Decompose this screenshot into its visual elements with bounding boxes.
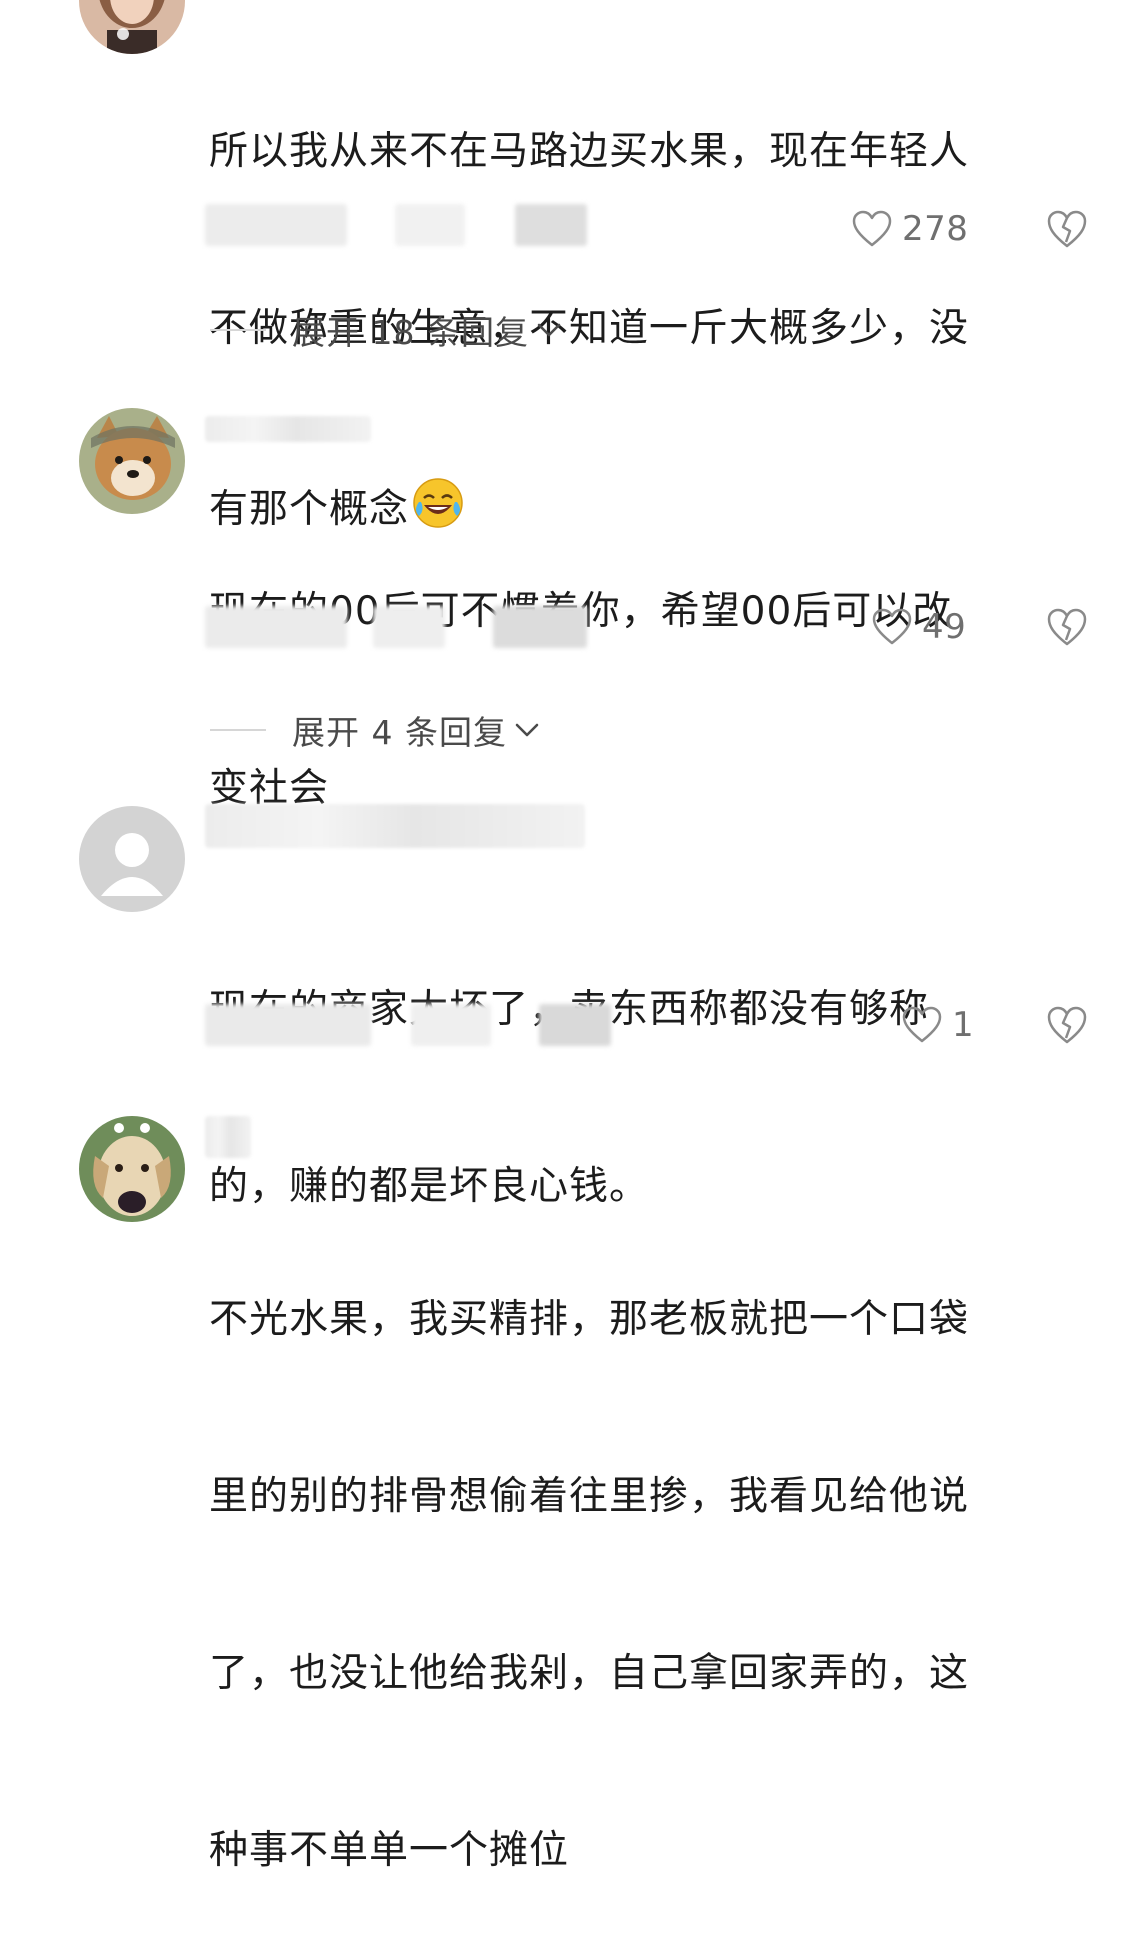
commenter-avatar[interactable] — [79, 1116, 185, 1222]
commenter-avatar[interactable] — [79, 806, 185, 912]
commenter-avatar[interactable] — [79, 408, 185, 514]
username-redacted[interactable] — [205, 804, 585, 848]
location-redacted — [411, 1004, 491, 1046]
shiba-dog-avatar — [79, 408, 185, 514]
chevron-down-icon — [515, 723, 539, 737]
chevron-down-icon — [537, 323, 561, 337]
timestamp-redacted — [205, 1004, 371, 1046]
reply-button-redacted[interactable] — [539, 1004, 611, 1046]
location-redacted — [373, 606, 445, 648]
heart-outline-icon — [902, 1006, 942, 1043]
like-count: 278 — [902, 209, 969, 249]
woman-photo-avatar — [79, 0, 185, 54]
comment-text-line: 里的别的排骨想偷着往里掺，我看见给他说 — [209, 1474, 970, 1519]
expand-divider — [210, 329, 266, 331]
like-count: 49 — [922, 607, 967, 647]
location-redacted — [395, 204, 465, 246]
comment-text-line: 所以我从来不在马路边买水果，现在年轻人 — [209, 129, 970, 174]
like-button[interactable]: 1 — [902, 1000, 974, 1050]
like-button[interactable]: 49 — [872, 602, 966, 652]
comment-text-line: 不光水果，我买精排，那老板就把一个口袋 — [209, 1297, 970, 1342]
broken-heart-icon[interactable] — [1046, 1004, 1088, 1046]
broken-heart-icon[interactable] — [1046, 208, 1088, 250]
expand-replies-button[interactable]: 展开 4 条回复 — [210, 710, 541, 752]
timestamp-redacted — [205, 606, 347, 648]
default-person-avatar — [79, 806, 185, 912]
comment-meta-blurred — [205, 606, 625, 648]
comment-meta-blurred — [205, 204, 625, 246]
expand-replies-label: 展开 4 条回复 — [292, 713, 507, 752]
heart-outline-icon — [852, 210, 892, 247]
expand-divider — [210, 729, 266, 731]
like-button[interactable]: 278 — [852, 204, 968, 254]
reply-button-redacted[interactable] — [515, 204, 587, 246]
dog-photo-avatar — [79, 1116, 185, 1222]
broken-heart-icon[interactable] — [1046, 606, 1088, 648]
expand-replies-label: 展开 18 条回复 — [292, 313, 529, 352]
commenter-avatar[interactable] — [79, 0, 185, 54]
comment-text-line: 种事不单单一个摊位 — [209, 1828, 570, 1873]
comment-text-line: 了，也没让他给我剁，自己拿回家弄的，这 — [209, 1651, 970, 1696]
reply-button-redacted[interactable] — [493, 606, 587, 648]
comment-meta-blurred — [205, 1004, 625, 1046]
heart-outline-icon — [872, 608, 912, 645]
username-redacted[interactable] — [205, 1116, 251, 1158]
timestamp-redacted — [205, 204, 347, 246]
like-count: 1 — [952, 1005, 975, 1045]
comment-text: 不光水果，我买精排，那老板就把一个口袋 里的别的排骨想偷着往里掺，我看见给他说 … — [209, 1172, 1069, 1939]
username-redacted[interactable] — [205, 416, 371, 442]
expand-replies-button[interactable]: 展开 18 条回复 — [210, 310, 563, 352]
